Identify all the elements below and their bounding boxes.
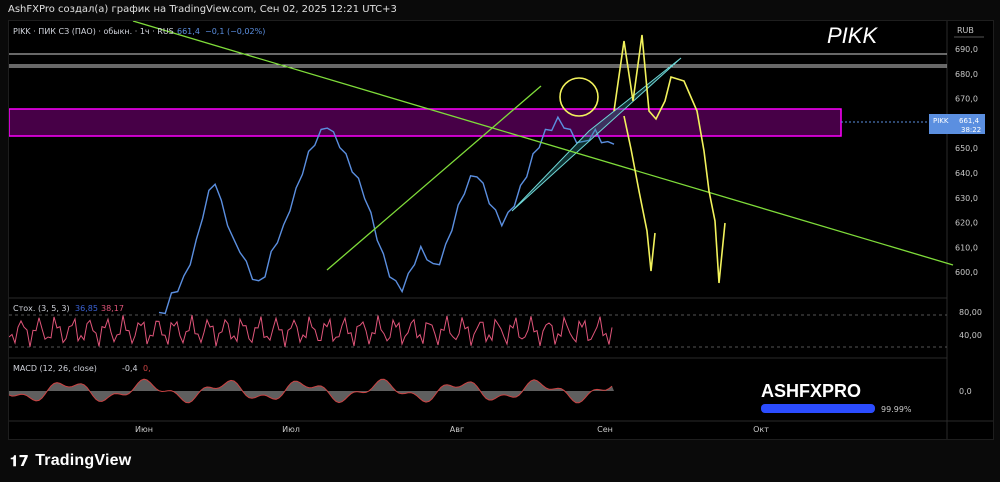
chart-caption: AshFXPro создал(а) график на TradingView… bbox=[8, 4, 397, 15]
symbol-change: −0,1 (−0,02%) bbox=[205, 27, 265, 36]
brand-progress-fill bbox=[761, 404, 875, 413]
macd-label: MACD (12, 26, close) bbox=[13, 364, 97, 373]
x-tick-label: Июл bbox=[282, 425, 300, 434]
price-tag-symbol: PIKK bbox=[933, 117, 949, 125]
x-tick-label: Июн bbox=[135, 425, 153, 434]
currency-label: RUB bbox=[957, 26, 974, 35]
brand-progress-label: 99.99% bbox=[881, 405, 912, 414]
stoch-level-label: 80,00 bbox=[959, 308, 982, 317]
x-tick-label: Авг bbox=[450, 425, 464, 434]
y-tick-label: 690,0 bbox=[955, 45, 978, 54]
tradingview-logo-text: TradingView bbox=[35, 452, 132, 469]
chart-svg: 690,0680,0670,0660,0650,0640,0630,0620,0… bbox=[9, 21, 993, 439]
y-tick-label: 630,0 bbox=[955, 194, 978, 203]
y-tick-label: 610,0 bbox=[955, 243, 978, 252]
symbol-header: PIKK · ПИК СЗ (ПАО) · обыкн. · 1ч · RUS bbox=[13, 27, 174, 36]
symbol-price: 661,4 bbox=[177, 27, 200, 36]
y-tick-label: 640,0 bbox=[955, 169, 978, 178]
supply-zone bbox=[9, 108, 842, 137]
x-tick-label: Окт bbox=[753, 425, 769, 434]
y-tick-label: 670,0 bbox=[955, 95, 978, 104]
chart-frame: AshFXPro создал(а) график на TradingView… bbox=[0, 0, 1000, 482]
brand-name: ASHFXPRO bbox=[761, 381, 861, 401]
macd-value: -0,4 bbox=[122, 364, 138, 373]
tradingview-logo: 𝟏7 TradingView bbox=[10, 452, 131, 470]
forecast-path bbox=[613, 34, 726, 284]
price-tag-value: 661,4 bbox=[959, 117, 980, 125]
tradingview-mark-icon: 𝟏7 bbox=[10, 452, 30, 470]
price-tag-countdown: 38:22 bbox=[961, 126, 981, 134]
price-line bbox=[158, 115, 615, 315]
y-tick-label: 620,0 bbox=[955, 219, 978, 228]
stoch-label: Стох. (3, 5, 3) bbox=[13, 304, 70, 313]
chart-area[interactable]: 690,0680,0670,0660,0650,0640,0630,0620,0… bbox=[8, 20, 994, 440]
ticker-label: PIKK bbox=[827, 23, 878, 48]
y-tick-label: 680,0 bbox=[955, 70, 978, 79]
forecast-path bbox=[623, 115, 656, 272]
stoch-level-label: 40,00 bbox=[959, 331, 982, 340]
y-tick-label: 650,0 bbox=[955, 144, 978, 153]
x-tick-label: Сен bbox=[597, 425, 613, 434]
macd-signal-value: 0, bbox=[143, 364, 151, 373]
descending-trendline bbox=[132, 21, 954, 266]
stoch-d-line bbox=[9, 315, 613, 347]
macd-axis-label: 0,0 bbox=[959, 387, 972, 396]
y-tick-label: 600,0 bbox=[955, 268, 978, 277]
stoch-k-value: 36,85 bbox=[75, 304, 98, 313]
stoch-d-value: 38,17 bbox=[101, 304, 124, 313]
